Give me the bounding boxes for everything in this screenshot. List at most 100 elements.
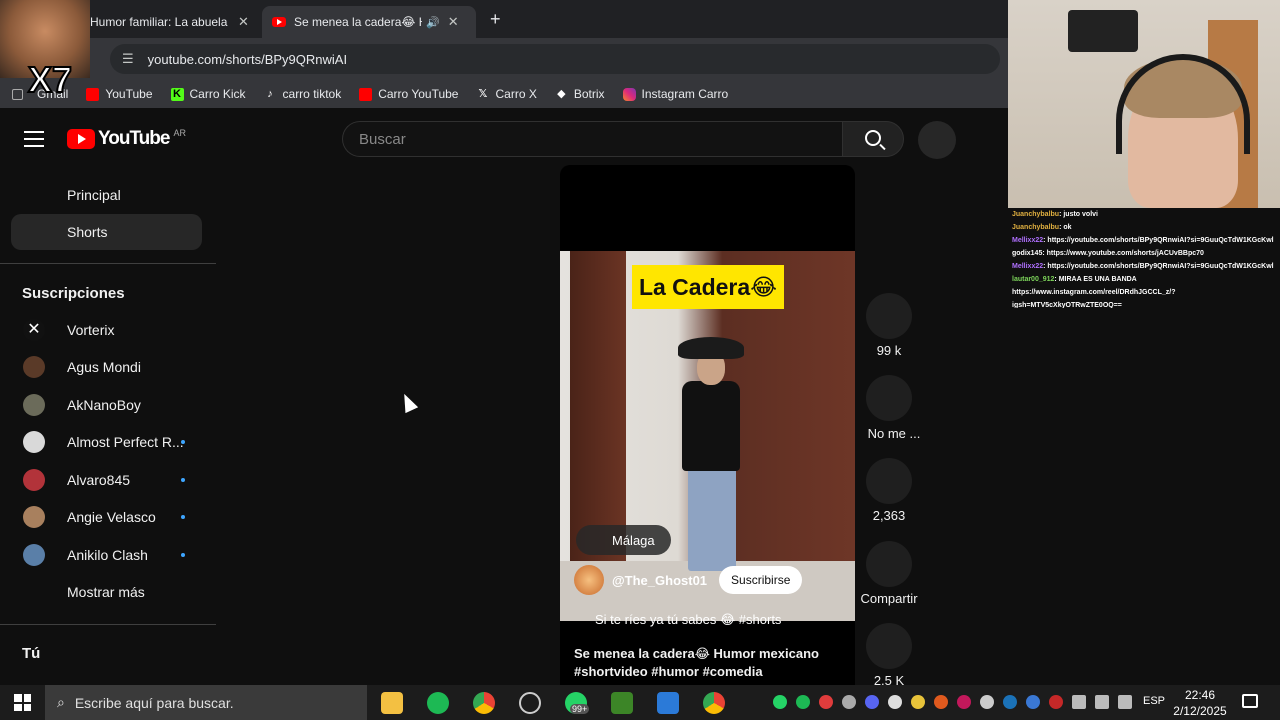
dislike-label: No me ... bbox=[867, 426, 921, 441]
video-caption-overlay: La Cadera😂 bbox=[632, 265, 784, 309]
bookmark-label: YouTube bbox=[105, 87, 153, 101]
x-icon: 𝕏 bbox=[478, 87, 488, 100]
chrome-icon[interactable] bbox=[473, 692, 495, 714]
tray-icon[interactable] bbox=[842, 695, 856, 709]
subscription-item[interactable]: AkNanoBoy bbox=[11, 387, 202, 423]
channel-handle[interactable]: @The_Ghost01 bbox=[612, 573, 707, 588]
you-heading[interactable]: Tú bbox=[22, 645, 40, 662]
channel-name: AkNanoBoy bbox=[67, 397, 141, 413]
chat-text: : https://www.youtube.com/shorts/jACUvBB… bbox=[1042, 250, 1204, 257]
chat-message: lautar00_912: MIRAA ES UNA BANDA bbox=[1012, 273, 1280, 286]
video-person-body bbox=[682, 381, 740, 471]
tray-icon[interactable] bbox=[911, 695, 925, 709]
like-button[interactable] bbox=[866, 293, 912, 339]
spotify-icon[interactable] bbox=[427, 692, 449, 714]
subscription-item[interactable]: Agus Mondi bbox=[11, 349, 202, 385]
overlay-background bbox=[1008, 308, 1280, 685]
new-tab-button[interactable]: + bbox=[490, 9, 501, 30]
chat-text: : https://youtube.com/shorts/BPy9QRnwiAI… bbox=[1043, 263, 1274, 270]
account-avatar[interactable] bbox=[918, 121, 956, 159]
channel-name: Agus Mondi bbox=[67, 359, 141, 375]
new-content-dot bbox=[181, 478, 185, 482]
subscriptions-heading[interactable]: Suscripciones bbox=[22, 285, 125, 302]
volume-icon[interactable] bbox=[1095, 695, 1109, 709]
pen-icon[interactable] bbox=[1118, 695, 1132, 709]
chat-message: Mellixx22: https://youtube.com/shorts/BP… bbox=[1012, 234, 1280, 247]
close-tab-icon[interactable]: ✕ bbox=[238, 14, 249, 30]
apps-grid-icon[interactable] bbox=[12, 88, 29, 100]
url-field[interactable]: ☰ youtube.com/shorts/BPy9QRnwiAI bbox=[110, 44, 1000, 74]
tray-icon[interactable] bbox=[1026, 695, 1040, 709]
language-indicator[interactable]: ESP bbox=[1143, 695, 1165, 707]
share-label: Compartir bbox=[860, 591, 918, 606]
short-description[interactable]: Si te ríes ya tú sabes 😂 #shorts bbox=[595, 612, 781, 628]
bookmark-instagram[interactable]: Instagram Carro bbox=[622, 87, 728, 101]
site-info-icon[interactable]: ☰ bbox=[122, 51, 134, 67]
bookmark-youtube[interactable]: YouTube bbox=[86, 87, 153, 101]
file-explorer-icon[interactable] bbox=[381, 692, 403, 714]
remix-button[interactable] bbox=[866, 623, 912, 669]
dislike-button[interactable] bbox=[866, 375, 912, 421]
sidebar-item-shorts[interactable]: Shorts bbox=[11, 214, 202, 250]
whatsapp-tray-icon[interactable] bbox=[773, 695, 787, 709]
tray-icon[interactable] bbox=[888, 695, 902, 709]
tray-icon[interactable] bbox=[819, 695, 833, 709]
subscription-item[interactable]: Almost Perfect R... bbox=[11, 424, 202, 460]
sidebar-item-principal[interactable]: Principal bbox=[11, 177, 202, 213]
obs-icon[interactable] bbox=[519, 692, 541, 714]
chat-user: Mellixx22 bbox=[1012, 263, 1044, 270]
bookmark-carro-tiktok[interactable]: ♪ carro tiktok bbox=[264, 87, 341, 101]
chat-user: Juanchybalbu bbox=[1012, 224, 1060, 231]
subscribe-button[interactable]: Suscribirse bbox=[719, 566, 803, 594]
close-tab-icon[interactable]: ✕ bbox=[448, 14, 459, 30]
browser-tab-active[interactable]: Se menea la cadera😂 Hum 🔊 ✕ bbox=[262, 6, 476, 38]
search-button[interactable] bbox=[842, 121, 904, 157]
windows-start-icon[interactable] bbox=[14, 694, 31, 711]
sidebar-item-label: Principal bbox=[67, 187, 121, 203]
tray-icon[interactable] bbox=[957, 695, 971, 709]
url-text: youtube.com/shorts/BPy9QRnwiAI bbox=[147, 51, 348, 67]
network-icon[interactable] bbox=[1072, 695, 1086, 709]
bookmark-carro-x[interactable]: 𝕏 Carro X bbox=[476, 87, 537, 101]
bookmark-label: Carro Kick bbox=[189, 87, 246, 101]
notifications-icon[interactable] bbox=[1242, 694, 1258, 708]
search-input[interactable]: Buscar bbox=[342, 121, 842, 157]
show-more-button[interactable]: Mostrar más bbox=[11, 574, 202, 610]
channel-avatar[interactable] bbox=[574, 565, 604, 595]
tray-icon[interactable] bbox=[1049, 695, 1063, 709]
bookmark-carro-youtube[interactable]: Carro YouTube bbox=[359, 87, 458, 101]
location-chip[interactable]: Málaga bbox=[576, 525, 671, 555]
windows-taskbar: ⌕ Escribe aquí para buscar. 99+ ESP 22:4… bbox=[0, 685, 1280, 720]
spotify-tray-icon[interactable] bbox=[796, 695, 810, 709]
subscription-item[interactable]: Anikilo Clash bbox=[11, 537, 202, 573]
new-content-dot bbox=[181, 553, 185, 557]
store-icon[interactable] bbox=[657, 692, 679, 714]
whatsapp-icon[interactable]: 99+ bbox=[565, 692, 590, 714]
subscription-item[interactable]: Angie Velasco bbox=[11, 499, 202, 535]
share-button[interactable] bbox=[866, 541, 912, 587]
chrome-active-icon[interactable] bbox=[703, 692, 725, 714]
steam-tray-icon[interactable] bbox=[1003, 695, 1017, 709]
channel-avatar bbox=[23, 394, 45, 416]
channel-name: Alvaro845 bbox=[67, 472, 131, 488]
video-title[interactable]: Se menea la cadera😂 Humor mexicano #shor… bbox=[574, 645, 844, 681]
discord-tray-icon[interactable] bbox=[865, 695, 879, 709]
comments-button[interactable] bbox=[866, 458, 912, 504]
short-video-player[interactable]: La Cadera😂 Málaga @The_Ghost01 Suscribir… bbox=[560, 165, 855, 685]
bookmark-carro-kick[interactable]: K Carro Kick bbox=[170, 87, 246, 101]
subscription-item[interactable]: Alvaro845 bbox=[11, 462, 202, 498]
channel-row: @The_Ghost01 Suscribirse bbox=[574, 565, 803, 595]
subscription-item[interactable]: ✕ Vorterix bbox=[11, 312, 202, 348]
tray-icon[interactable] bbox=[980, 695, 994, 709]
speaker-icon[interactable]: 🔊 bbox=[426, 16, 440, 29]
minecraft-icon[interactable] bbox=[611, 692, 633, 714]
taskbar-search-input[interactable]: ⌕ Escribe aquí para buscar. bbox=[45, 685, 367, 720]
bookmark-botrix[interactable]: ◆ Botrix bbox=[555, 87, 604, 101]
system-clock[interactable]: 22:46 2/12/2025 bbox=[1170, 687, 1230, 719]
chat-text: : ok bbox=[1059, 224, 1072, 231]
new-content-dot bbox=[181, 515, 185, 519]
channel-name: Vorterix bbox=[67, 322, 115, 338]
tray-icon[interactable] bbox=[934, 695, 948, 709]
channel-avatar bbox=[23, 356, 45, 378]
browser-tab[interactable]: Humor familiar: La abuela ✕ bbox=[80, 6, 259, 38]
